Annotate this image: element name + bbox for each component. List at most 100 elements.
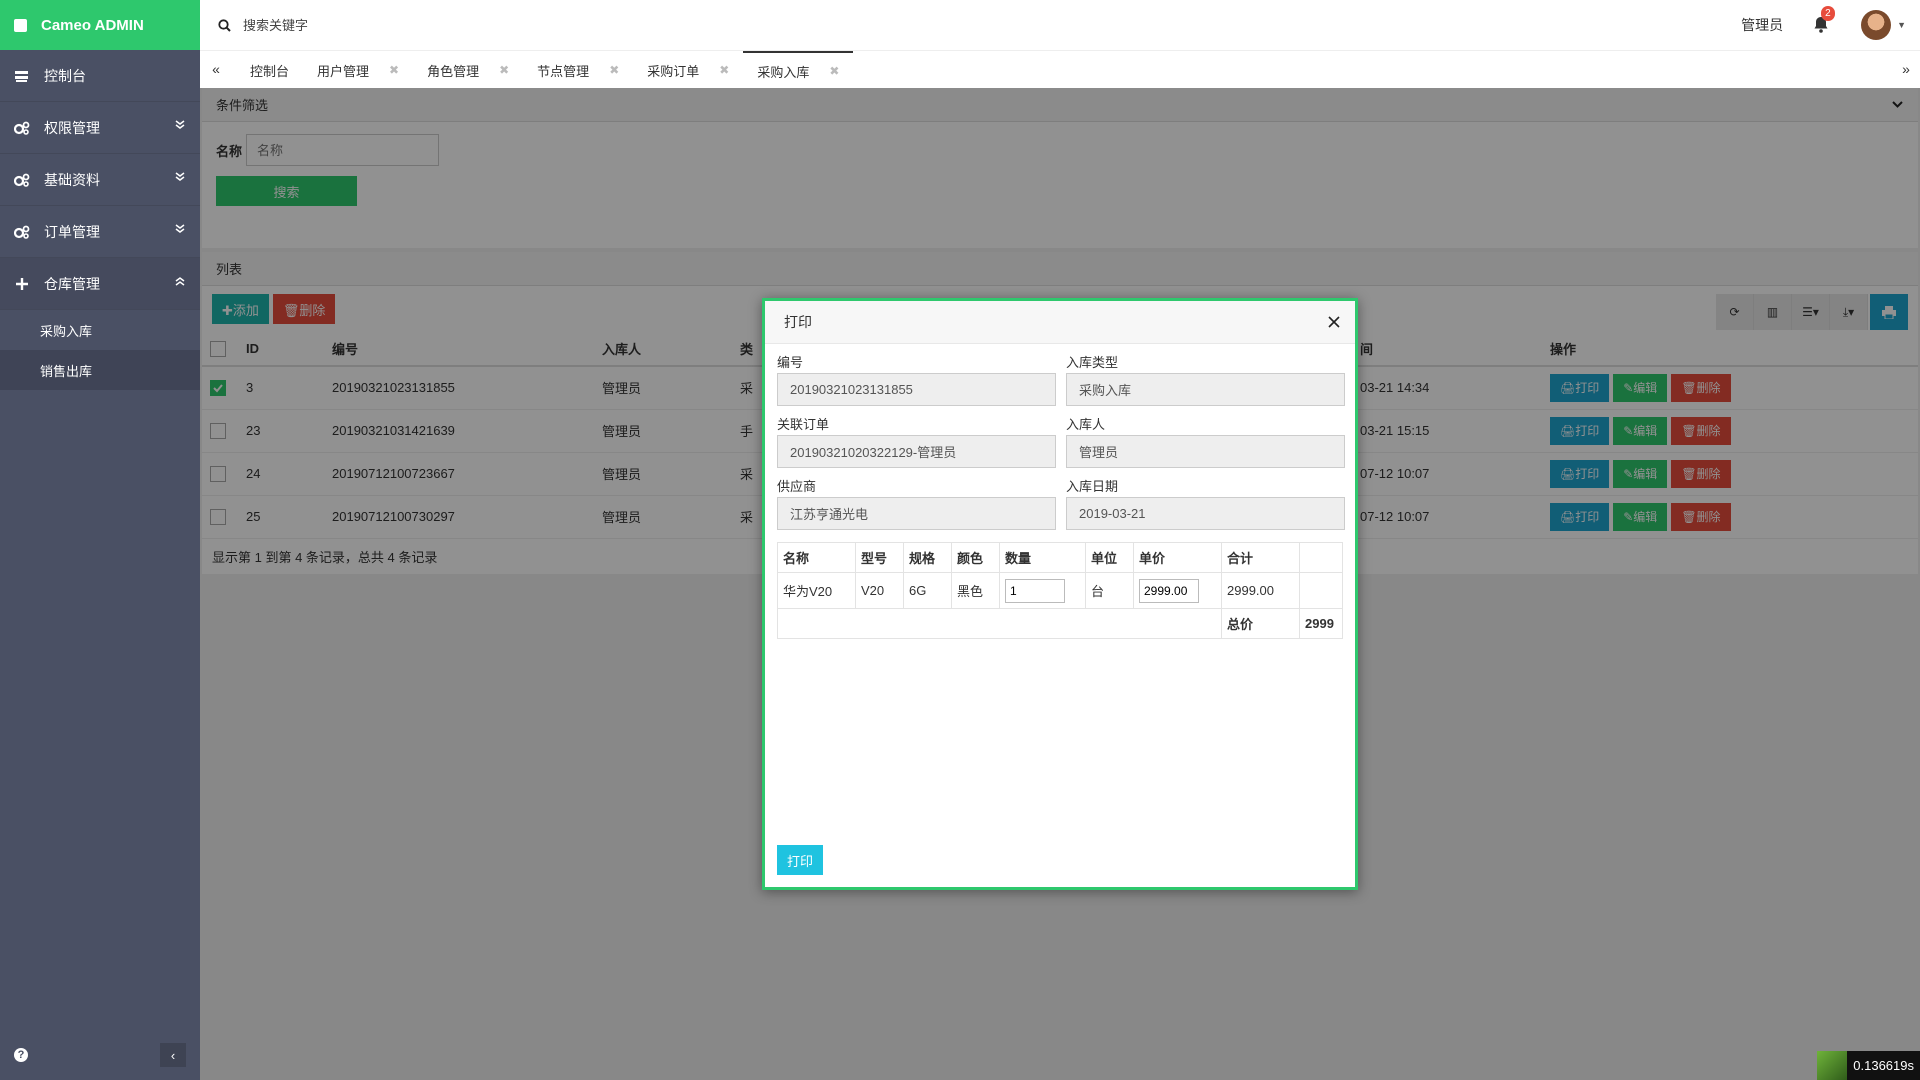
item-subtotal: 2999.00 bbox=[1221, 572, 1300, 609]
topbar: 管理员 2 ▼ bbox=[200, 0, 1920, 50]
tab-role-management[interactable]: 角色管理 ✖ bbox=[413, 51, 523, 89]
notification-badge: 2 bbox=[1821, 6, 1835, 21]
timer-icon bbox=[1817, 1051, 1848, 1080]
sidebar-item-dashboard[interactable]: 控制台 bbox=[0, 50, 200, 102]
tab-dashboard[interactable]: 控制台 bbox=[236, 51, 303, 89]
user-name[interactable]: 管理员 bbox=[1741, 15, 1783, 35]
chevron-double-down-icon bbox=[175, 224, 185, 233]
sidebar-collapse-button[interactable]: ‹ bbox=[160, 1043, 186, 1067]
sidebar-item-orders[interactable]: 订单管理 bbox=[0, 206, 200, 258]
item-extra bbox=[1299, 572, 1343, 609]
close-icon[interactable]: ✖ bbox=[499, 63, 509, 77]
brand-title: Cameo ADMIN bbox=[41, 16, 144, 34]
sidebar-subitem-purchase-inbound[interactable]: 采购入库 bbox=[0, 310, 200, 350]
print-button[interactable]: 打印 bbox=[777, 845, 823, 875]
tab-scroll-left-icon[interactable]: « bbox=[208, 61, 224, 77]
column-header-color: 颜色 bbox=[951, 542, 1000, 573]
sidebar-subitem-sales-outbound[interactable]: 销售出库 bbox=[0, 350, 200, 390]
close-icon[interactable]: ✖ bbox=[389, 63, 399, 77]
field-type: 入库类型 bbox=[1066, 352, 1345, 406]
sidebar-item-permissions[interactable]: 权限管理 bbox=[0, 102, 200, 154]
inbound-date-field[interactable] bbox=[1066, 497, 1345, 530]
help-icon[interactable]: ? bbox=[14, 1048, 28, 1062]
item-model: V20 bbox=[855, 572, 904, 609]
column-header-subtotal: 合计 bbox=[1221, 542, 1300, 573]
sidebar-item-label: 控制台 bbox=[44, 67, 86, 84]
close-icon[interactable]: ✖ bbox=[829, 64, 839, 78]
close-icon[interactable]: ✖ bbox=[719, 63, 729, 77]
brand[interactable]: Cameo ADMIN bbox=[0, 0, 200, 50]
sidebar: Cameo ADMIN 控制台 权限管理 基础资料 订单管理 仓库管理 采购入库… bbox=[0, 0, 200, 1080]
column-header-price: 单价 bbox=[1133, 542, 1222, 573]
caret-down-icon[interactable]: ▼ bbox=[1897, 20, 1906, 30]
tab-user-management[interactable]: 用户管理 ✖ bbox=[303, 51, 413, 89]
field-label: 关联订单 bbox=[777, 417, 830, 432]
field-label: 入库类型 bbox=[1066, 355, 1119, 370]
timer-value: 0.136619s bbox=[1847, 1051, 1920, 1080]
tab-label: 节点管理 bbox=[537, 63, 590, 79]
plus-icon bbox=[14, 276, 30, 292]
gears-icon bbox=[14, 120, 30, 136]
sidebar-item-basic-data[interactable]: 基础资料 bbox=[0, 154, 200, 206]
tab-label: 用户管理 bbox=[317, 63, 370, 79]
tab-label: 采购入库 bbox=[757, 64, 810, 80]
chevron-double-down-icon bbox=[175, 120, 185, 129]
search-input[interactable] bbox=[243, 17, 543, 33]
notification-button[interactable]: 2 bbox=[1813, 6, 1835, 34]
tab-label: 角色管理 bbox=[427, 63, 480, 79]
gears-icon bbox=[14, 172, 30, 188]
column-header-name: 名称 bbox=[777, 542, 856, 573]
field-label: 入库人 bbox=[1066, 417, 1106, 432]
items-total-row: 总价 2999 bbox=[777, 608, 1343, 639]
supplier-field[interactable] bbox=[777, 497, 1056, 530]
tab-purchase-order[interactable]: 采购订单 ✖ bbox=[633, 51, 743, 89]
search-icon[interactable] bbox=[218, 18, 231, 32]
inbound-form: 编号 入库类型 关联订单 入库人 供应商 入库日期 bbox=[777, 352, 1345, 530]
field-label: 编号 bbox=[777, 355, 804, 370]
tab-list: 控制台 用户管理 ✖ 角色管理 ✖ 节点管理 ✖ 采购订单 ✖ 采购入库 ✖ bbox=[236, 51, 854, 89]
sidebar-item-warehouse[interactable]: 仓库管理 bbox=[0, 258, 200, 310]
close-icon[interactable] bbox=[1325, 313, 1343, 331]
avatar[interactable] bbox=[1861, 10, 1892, 40]
column-header-model: 型号 bbox=[855, 542, 904, 573]
print-dialog: 打印 编号 入库类型 关联订单 入库人 供应商 bbox=[762, 298, 1358, 890]
item-qty-cell bbox=[999, 572, 1086, 609]
field-supplier: 供应商 bbox=[777, 476, 1056, 530]
chevron-double-up-icon bbox=[175, 277, 185, 286]
column-header-spec: 规格 bbox=[903, 542, 952, 573]
inbound-person-field[interactable] bbox=[1066, 435, 1345, 468]
column-header-qty: 数量 bbox=[999, 542, 1086, 573]
field-order: 关联订单 bbox=[777, 414, 1056, 468]
total-value: 2999 bbox=[1299, 608, 1343, 639]
items-table: 名称 型号 规格 颜色 数量 单位 单价 合计 华为V20 V20 6G 黑色 bbox=[777, 542, 1343, 639]
render-timer: 0.136619s bbox=[1817, 1051, 1920, 1080]
sidebar-item-label: 权限管理 bbox=[44, 119, 100, 136]
total-spacer bbox=[777, 608, 1222, 639]
search-box bbox=[200, 17, 543, 33]
logo-icon bbox=[14, 18, 27, 32]
print-dialog-header: 打印 bbox=[765, 301, 1355, 344]
field-person: 入库人 bbox=[1066, 414, 1345, 468]
total-label: 总价 bbox=[1221, 608, 1300, 639]
item-name: 华为V20 bbox=[777, 572, 856, 609]
gears-icon bbox=[14, 224, 30, 240]
tab-node-management[interactable]: 节点管理 ✖ bbox=[523, 51, 633, 89]
quantity-input[interactable] bbox=[1005, 578, 1065, 603]
code-field[interactable] bbox=[777, 373, 1056, 406]
sidebar-footer: ? ‹ bbox=[0, 1030, 200, 1080]
inbound-type-field[interactable] bbox=[1066, 373, 1345, 406]
print-dialog-body: 编号 入库类型 关联订单 入库人 供应商 入库日期 bbox=[765, 344, 1355, 639]
dashboard-icon bbox=[14, 68, 30, 84]
field-code: 编号 bbox=[777, 352, 1056, 406]
tab-purchase-inbound[interactable]: 采购入库 ✖ bbox=[743, 51, 854, 89]
price-input[interactable] bbox=[1139, 578, 1199, 603]
related-order-field[interactable] bbox=[777, 435, 1056, 468]
column-header-extra bbox=[1299, 542, 1343, 573]
sidebar-item-label: 订单管理 bbox=[44, 223, 100, 240]
tab-scroll-right-icon[interactable]: » bbox=[1898, 61, 1914, 77]
item-color: 黑色 bbox=[951, 572, 1000, 609]
chevron-double-down-icon bbox=[175, 172, 185, 181]
items-header-row: 名称 型号 规格 颜色 数量 单位 单价 合计 bbox=[777, 542, 1343, 573]
close-icon[interactable]: ✖ bbox=[609, 63, 619, 77]
field-label: 入库日期 bbox=[1066, 479, 1119, 494]
